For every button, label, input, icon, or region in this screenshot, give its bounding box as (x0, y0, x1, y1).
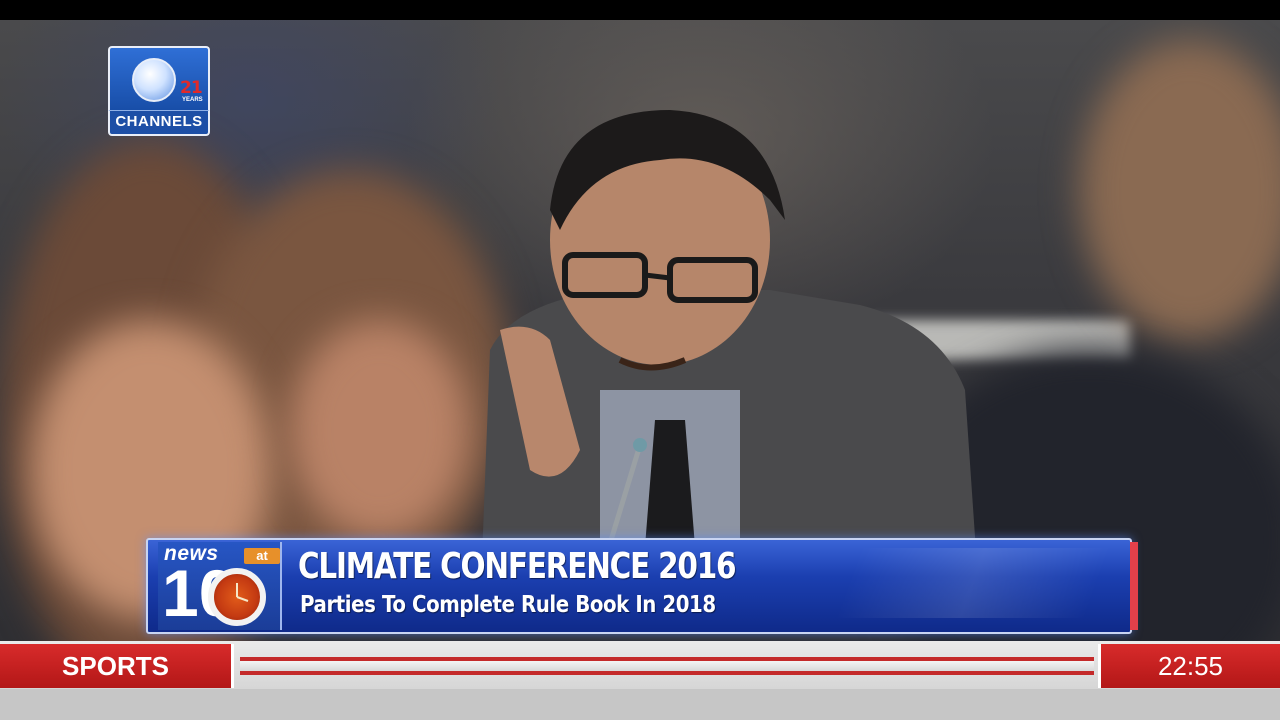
ticker-track (240, 657, 1094, 675)
lower-third-shine (835, 548, 1111, 618)
lower-third: news at 10 CLIMATE CONFERENCE 2016 Parti… (146, 538, 1138, 634)
face-blur-2 (290, 320, 470, 540)
anniversary-label: YEARS (182, 97, 203, 103)
logo-emblem: 21 YEARS (108, 46, 210, 110)
program-at: at (244, 548, 280, 564)
ticker-lower-strip (0, 689, 1280, 720)
right-man-head-blur (1080, 40, 1280, 340)
delegate-figure (480, 110, 980, 610)
ticker-clock: 22:55 (1098, 644, 1280, 688)
ticker-bar: SPORTS 22:55 (0, 641, 1280, 720)
ticker-section-label: SPORTS (0, 644, 234, 688)
lower-third-accent (1130, 542, 1138, 630)
channel-name: CHANNELS (108, 110, 210, 136)
channel-logo: 21 YEARS CHANNELS (108, 46, 210, 138)
subheadline: Parties To Complete Rule Book In 2018 (300, 592, 716, 618)
headline: CLIMATE CONFERENCE 2016 (298, 546, 737, 587)
globe-icon (132, 58, 176, 102)
anniversary-number: 21 (180, 78, 203, 98)
clock-icon (208, 568, 266, 626)
program-badge: news at 10 (158, 542, 282, 630)
